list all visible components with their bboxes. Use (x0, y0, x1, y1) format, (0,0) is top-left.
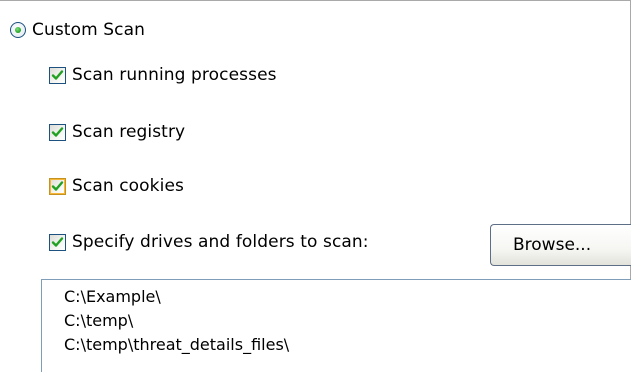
option-specify-folders[interactable]: Specify drives and folders to scan: (49, 230, 369, 254)
custom-scan-label: Custom Scan (32, 20, 145, 40)
check-mark-icon (51, 180, 64, 191)
radio-dot (15, 27, 21, 33)
checkbox-checked-icon[interactable] (49, 123, 66, 141)
path-list-item[interactable]: C:\temp\threat_details_files\ (64, 333, 631, 357)
check-mark-icon (51, 69, 64, 80)
checkbox-checked-icon[interactable] (49, 66, 66, 84)
folder-path-list[interactable]: C:\Example\ C:\temp\ C:\temp\threat_deta… (41, 279, 631, 372)
checkbox-checked-icon[interactable] (49, 177, 66, 195)
option-scan-registry[interactable]: Scan registry (49, 120, 185, 144)
option-label: Scan registry (72, 122, 186, 142)
custom-scan-panel: Custom Scan Scan running processes Scan … (0, 0, 631, 372)
custom-scan-option[interactable]: Custom Scan (10, 18, 145, 42)
path-list-item[interactable]: C:\temp\ (64, 309, 631, 333)
radio-selected-icon[interactable] (10, 22, 26, 38)
path-list-item[interactable]: C:\Example\ (64, 285, 631, 309)
option-scan-cookies[interactable]: Scan cookies (49, 174, 184, 198)
browse-button[interactable]: Browse... (490, 224, 631, 266)
option-label: Scan running processes (72, 65, 277, 85)
option-label: Scan cookies (72, 176, 184, 196)
checkbox-checked-icon[interactable] (49, 233, 66, 251)
check-mark-icon (51, 236, 64, 247)
option-scan-running-processes[interactable]: Scan running processes (49, 63, 277, 87)
check-mark-icon (51, 126, 64, 137)
option-label: Specify drives and folders to scan: (72, 232, 369, 252)
